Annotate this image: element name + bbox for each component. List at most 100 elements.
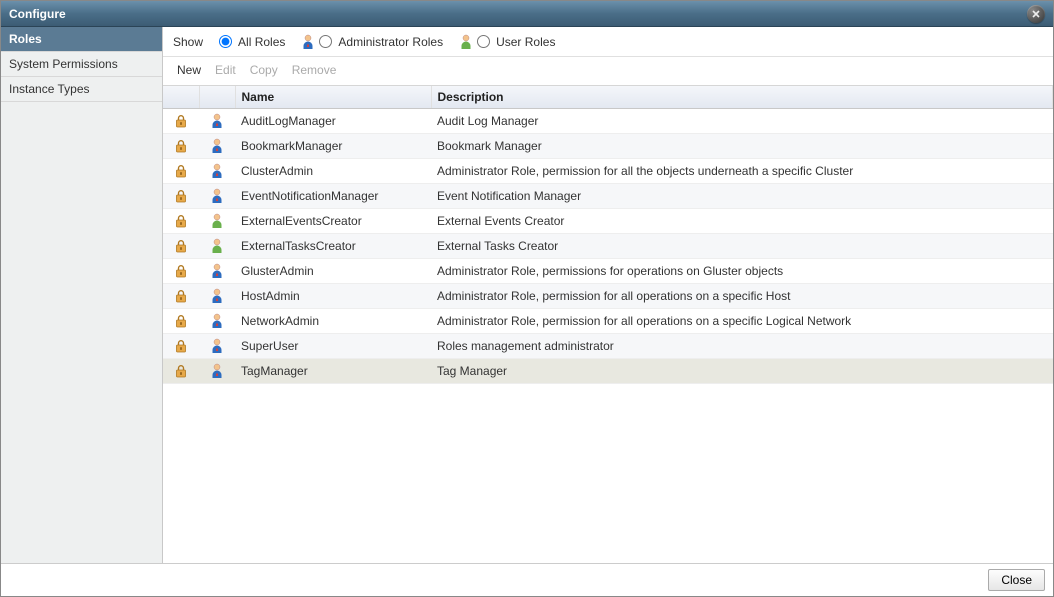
dialog-footer: Close [1,564,1053,596]
col-header-description[interactable]: Description [431,86,1053,109]
cell-name: NetworkAdmin [235,309,431,334]
window-title: Configure [9,7,1027,21]
col-header-lock[interactable] [163,86,199,109]
cell-name: ExternalTasksCreator [235,234,431,259]
sidebar: RolesSystem PermissionsInstance Types [1,27,163,563]
configure-window: Configure RolesSystem PermissionsInstanc… [0,0,1054,597]
sidebar-item-roles[interactable]: Roles [1,27,162,52]
admin-role-icon [210,313,224,329]
col-header-name[interactable]: Name [235,86,431,109]
table-row[interactable]: GlusterAdminAdministrator Role, permissi… [163,259,1053,284]
cell-lock [163,184,199,209]
admin-role-icon [210,163,224,179]
cell-description: Administrator Role, permission for all o… [431,309,1053,334]
lock-icon [174,189,188,203]
action-row: New Edit Copy Remove [163,57,1053,85]
table-row[interactable]: NetworkAdminAdministrator Role, permissi… [163,309,1053,334]
cell-type [199,234,235,259]
cell-name: HostAdmin [235,284,431,309]
sidebar-item-instance-types[interactable]: Instance Types [1,77,162,102]
cell-type [199,184,235,209]
cell-type [199,309,235,334]
copy-action[interactable]: Copy [250,63,278,77]
col-header-type[interactable] [199,86,235,109]
remove-action[interactable]: Remove [292,63,337,77]
roles-table: Name Description AuditLogManagerAudit Lo… [163,86,1053,384]
admin-role-icon [210,263,224,279]
table-row[interactable]: ExternalTasksCreatorExternal Tasks Creat… [163,234,1053,259]
lock-icon [174,239,188,253]
cell-description: Bookmark Manager [431,134,1053,159]
sidebar-item-system-permissions[interactable]: System Permissions [1,52,162,77]
cell-description: Audit Log Manager [431,109,1053,134]
cell-description: Administrator Role, permission for all t… [431,159,1053,184]
cell-type [199,334,235,359]
admin-role-icon [210,288,224,304]
user-role-icon [210,238,224,254]
filter-radio[interactable] [219,35,232,48]
new-action[interactable]: New [177,63,201,77]
cell-name: ClusterAdmin [235,159,431,184]
lock-icon [174,214,188,228]
cell-lock [163,284,199,309]
filter-radio[interactable] [477,35,490,48]
admin-role-icon [210,138,224,154]
admin-role-icon [210,188,224,204]
close-button[interactable]: Close [988,569,1045,591]
user-role-icon [210,213,224,229]
cell-type [199,284,235,309]
filter-option-label: All Roles [238,35,285,49]
admin-role-icon [210,363,224,379]
lock-icon [174,114,188,128]
cell-lock [163,309,199,334]
cell-lock [163,334,199,359]
show-label: Show [173,35,203,49]
filter-radio[interactable] [319,35,332,48]
cell-lock [163,234,199,259]
table-row[interactable]: AuditLogManagerAudit Log Manager [163,109,1053,134]
table-row[interactable]: SuperUserRoles management administrator [163,334,1053,359]
cell-lock [163,359,199,384]
titlebar-close-button[interactable] [1027,5,1045,23]
cell-description: External Events Creator [431,209,1053,234]
lock-icon [174,364,188,378]
cell-lock [163,109,199,134]
close-icon [1031,9,1041,19]
filter-option-administrator-roles[interactable]: Administrator Roles [301,34,443,50]
lock-icon [174,164,188,178]
edit-action[interactable]: Edit [215,63,236,77]
filter-option-all-roles[interactable]: All Roles [219,34,285,50]
cell-name: ExternalEventsCreator [235,209,431,234]
admin-role-icon [210,113,224,129]
titlebar: Configure [1,1,1053,27]
table-row[interactable]: ClusterAdminAdministrator Role, permissi… [163,159,1053,184]
cell-description: Event Notification Manager [431,184,1053,209]
table-row[interactable]: TagManagerTag Manager [163,359,1053,384]
filter-option-user-roles[interactable]: User Roles [459,34,555,50]
main-panel: Show All Roles Administrator Roles User Ro… [163,27,1053,563]
cell-name: BookmarkManager [235,134,431,159]
table-row[interactable]: EventNotificationManagerEvent Notificati… [163,184,1053,209]
lock-icon [174,264,188,278]
cell-name: EventNotificationManager [235,184,431,209]
cell-lock [163,259,199,284]
cell-name: AuditLogManager [235,109,431,134]
cell-type [199,209,235,234]
cell-description: Tag Manager [431,359,1053,384]
lock-icon [174,339,188,353]
cell-lock [163,159,199,184]
role-filter-row: Show All Roles Administrator Roles User Ro… [163,27,1053,57]
cell-type [199,259,235,284]
cell-name: GlusterAdmin [235,259,431,284]
cell-description: External Tasks Creator [431,234,1053,259]
table-row[interactable]: ExternalEventsCreatorExternal Events Cre… [163,209,1053,234]
cell-description: Roles management administrator [431,334,1053,359]
roles-table-wrap[interactable]: Name Description AuditLogManagerAudit Lo… [163,85,1053,563]
cell-lock [163,209,199,234]
cell-lock [163,134,199,159]
filter-option-label: Administrator Roles [338,35,443,49]
table-row[interactable]: HostAdminAdministrator Role, permission … [163,284,1053,309]
admin-role-icon [210,338,224,354]
cell-type [199,109,235,134]
table-row[interactable]: BookmarkManagerBookmark Manager [163,134,1053,159]
